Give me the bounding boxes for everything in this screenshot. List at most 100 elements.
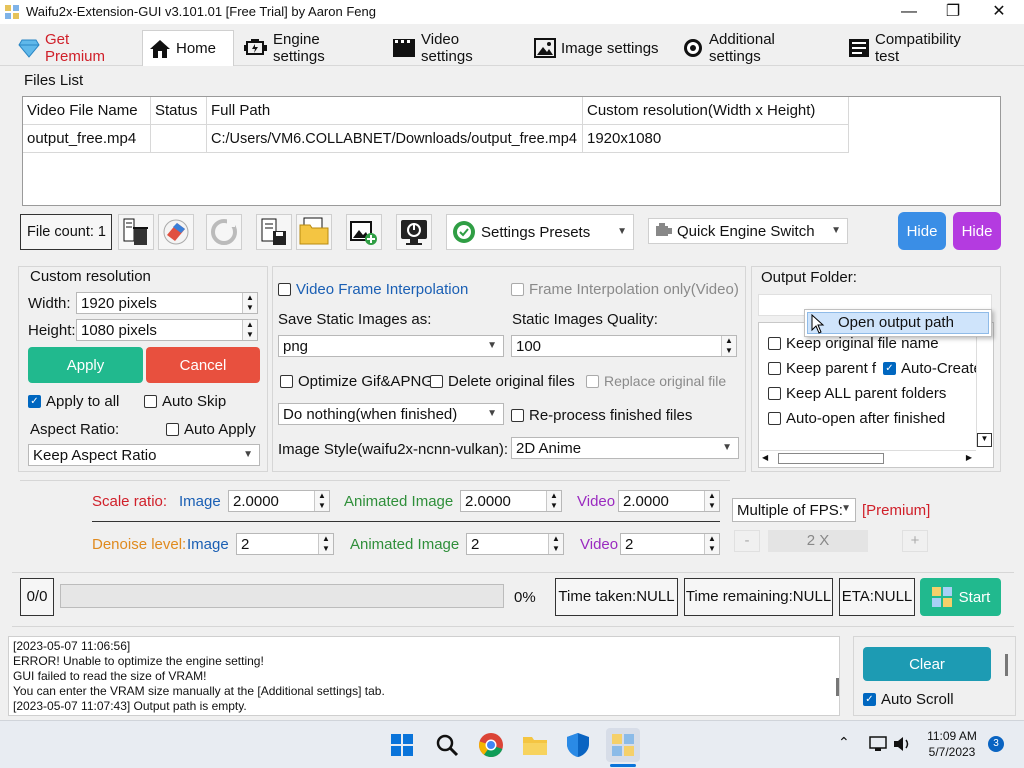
settings-presets-combo[interactable]: Settings Presets ▼ — [446, 214, 634, 250]
column-header-video-file-name[interactable]: Video File Name — [23, 97, 151, 125]
fps-minus-button[interactable]: - — [734, 530, 760, 552]
width-input[interactable]: 1920 pixels ▲ ▼ — [76, 292, 258, 314]
load-list-button[interactable] — [296, 214, 332, 250]
scroll-left-icon[interactable]: ◀ — [762, 453, 768, 462]
start-button[interactable]: Start — [920, 578, 1001, 616]
denoise-animated-spinner[interactable]: ▲ ▼ — [548, 534, 563, 554]
waifu2x-taskbar-button[interactable] — [606, 728, 640, 762]
scale-video-spinner[interactable]: ▲ ▼ — [704, 491, 719, 511]
static-images-quality-input[interactable]: 100 ▲ ▼ — [511, 335, 737, 357]
table-cell-status[interactable] — [151, 125, 207, 153]
denoise-video-spinner[interactable]: ▲ ▼ — [704, 534, 719, 554]
column-header-custom-resolution[interactable]: Custom resolution(Width x Height) — [583, 97, 849, 125]
delete-original-checkbox[interactable]: Delete original files — [430, 373, 575, 390]
tab-video-settings[interactable]: Video settings — [386, 30, 518, 66]
height-spinner[interactable]: ▲ ▼ — [242, 320, 257, 340]
log-controls-scrollbar-thumb[interactable] — [1005, 654, 1008, 676]
denoise-image-spinner[interactable]: ▲ ▼ — [318, 534, 333, 554]
auto-skip-checkbox[interactable]: Auto Skip — [144, 393, 226, 410]
denoise-animated-input[interactable]: 2 ▲ ▼ — [466, 533, 564, 555]
security-button[interactable] — [563, 730, 593, 760]
cancel-button[interactable]: Cancel — [146, 347, 260, 383]
static-images-quality-label: Static Images Quality: — [512, 311, 658, 328]
image-style-combo[interactable]: 2D Anime ▼ — [511, 437, 739, 459]
close-button[interactable]: ✕ — [976, 0, 1022, 24]
column-header-full-path[interactable]: Full Path — [207, 97, 583, 125]
keep-parent-folder-checkbox[interactable]: Keep parent f — [768, 360, 876, 377]
scale-image-input[interactable]: 2.0000 ▲ ▼ — [228, 490, 330, 512]
scale-animated-spinner[interactable]: ▲ ▼ — [546, 491, 561, 511]
refresh-button[interactable] — [206, 214, 242, 250]
maximize-button[interactable]: ❐ — [930, 0, 976, 24]
minimize-button[interactable]: — — [886, 0, 932, 24]
clock-date[interactable]: 5/7/2023 — [924, 745, 980, 759]
when-finished-combo[interactable]: Do nothing(when finished) ▼ — [278, 403, 504, 425]
tab-compatibility-test[interactable]: Compatibility test — [842, 30, 994, 66]
log-scrollbar-thumb[interactable] — [836, 678, 839, 696]
search-button[interactable] — [432, 730, 462, 760]
start-menu-button[interactable] — [387, 730, 417, 760]
save-static-format-combo[interactable]: png ▼ — [278, 335, 504, 357]
scale-image-spinner[interactable]: ▲ ▼ — [314, 491, 329, 511]
scale-video-input[interactable]: 2.0000 ▲ ▼ — [618, 490, 720, 512]
clock-time[interactable]: 11:09 AM — [924, 729, 980, 743]
add-image-button[interactable] — [346, 214, 382, 250]
file-explorer-button[interactable] — [520, 730, 550, 760]
width-spinner[interactable]: ▲ ▼ — [242, 293, 257, 313]
aspect-ratio-combo[interactable]: Keep Aspect Ratio ▼ — [28, 444, 260, 466]
optimize-gif-checkbox[interactable]: Optimize Gif&APNG — [280, 373, 433, 390]
multiple-of-fps-combo[interactable]: Multiple of FPS: ▼ — [732, 498, 856, 522]
tab-additional-settings[interactable]: Additional settings — [676, 30, 834, 66]
scroll-down-icon[interactable]: ▼ — [977, 433, 992, 447]
scroll-right-icon[interactable]: ▶ — [966, 453, 972, 462]
hide-button-purple[interactable]: Hide — [953, 212, 1001, 250]
tab-home[interactable]: Home — [142, 30, 234, 66]
network-icon[interactable] — [868, 735, 888, 753]
auto-apply-checkbox[interactable]: Auto Apply — [166, 421, 256, 438]
tab-image-settings[interactable]: Image settings — [528, 30, 668, 66]
auto-scroll-checkbox[interactable]: ✓ Auto Scroll — [863, 691, 954, 708]
video-frame-interpolation-checkbox[interactable]: Video Frame Interpolation — [278, 281, 468, 298]
log-output[interactable]: [2023-05-07 11:06:56] ERROR! Unable to o… — [8, 636, 840, 716]
output-vertical-scrollbar[interactable]: ▼ — [976, 327, 992, 447]
height-input[interactable]: 1080 pixels ▲ ▼ — [76, 319, 258, 341]
monitor-power-button[interactable] — [396, 214, 432, 250]
keep-all-parent-folders-checkbox[interactable]: Keep ALL parent folders — [768, 385, 946, 402]
open-output-path-menu-item[interactable]: Open output path — [807, 312, 989, 334]
column-header-status[interactable]: Status — [151, 97, 207, 125]
hide-button-blue[interactable]: Hide — [898, 212, 946, 250]
save-list-button[interactable] — [256, 214, 292, 250]
apply-to-all-checkbox[interactable]: ✓ Apply to all — [28, 393, 119, 410]
scroll-thumb[interactable] — [778, 453, 884, 464]
clear-log-button[interactable]: Clear — [863, 647, 991, 681]
checkbox-checked-icon: ✓ — [863, 693, 876, 706]
quality-spinner[interactable]: ▲ ▼ — [721, 336, 736, 356]
table-cell-resolution[interactable]: 1920x1080 — [583, 125, 849, 153]
frame-interpolation-only-checkbox[interactable]: Frame Interpolation only(Video) — [511, 281, 739, 298]
chevron-up-icon[interactable]: ⌃ — [838, 734, 850, 751]
clear-list-button[interactable] — [158, 214, 194, 250]
apply-button[interactable]: Apply — [28, 347, 143, 383]
files-table[interactable]: Video File Name Status Full Path Custom … — [22, 96, 1001, 206]
file-count-label: File count: 1 — [20, 214, 112, 250]
denoise-image-value: 2 — [241, 535, 250, 553]
chrome-taskbar-button[interactable] — [476, 730, 506, 760]
table-cell-file-name[interactable]: output_free.mp4 — [23, 125, 151, 153]
notification-badge[interactable]: 3 — [988, 736, 1004, 752]
remove-file-button[interactable] — [118, 214, 154, 250]
tab-get-premium[interactable]: Get Premium — [12, 30, 138, 66]
denoise-video-input[interactable]: 2 ▲ ▼ — [620, 533, 720, 555]
auto-open-checkbox[interactable]: Auto-open after finished — [768, 410, 945, 427]
denoise-image-input[interactable]: 2 ▲ ▼ — [236, 533, 334, 555]
scale-animated-input[interactable]: 2.0000 ▲ ▼ — [460, 490, 562, 512]
fps-plus-button[interactable]: + — [902, 530, 928, 552]
table-cell-full-path[interactable]: C:/Users/VM6.COLLABNET/Downloads/output_… — [207, 125, 583, 153]
volume-icon[interactable] — [892, 735, 912, 753]
auto-create-checkbox[interactable]: ✓ Auto-Create — [883, 360, 987, 377]
reprocess-checkbox[interactable]: Re-process finished files — [511, 407, 692, 424]
quick-engine-switch-combo[interactable]: Quick Engine Switch ▼ — [648, 218, 848, 244]
tab-engine-settings[interactable]: Engine settings — [238, 30, 374, 66]
keep-original-name-checkbox[interactable]: Keep original file name — [768, 335, 939, 352]
output-horizontal-scrollbar[interactable]: ◀ ▶ — [760, 450, 976, 466]
replace-original-checkbox[interactable]: Replace original file — [586, 373, 726, 389]
